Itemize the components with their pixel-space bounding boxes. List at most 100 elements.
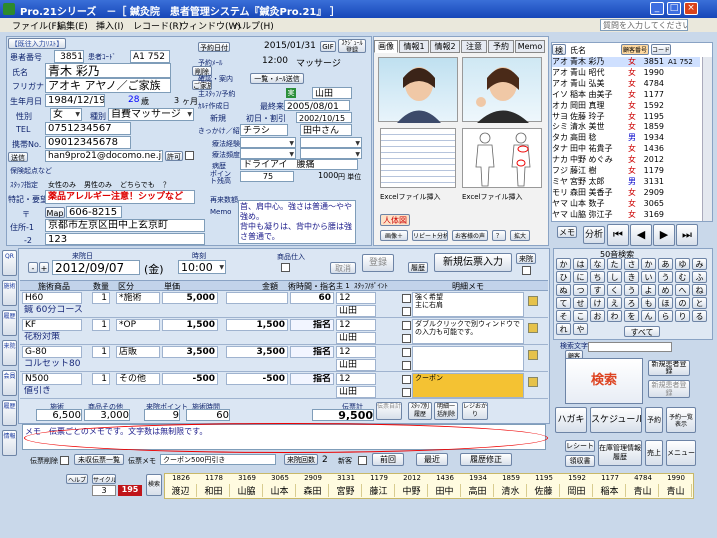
- body-chart-thumbnail[interactable]: [462, 128, 542, 188]
- patient-list-row[interactable]: ヤマ 山脇 弥江子 女 3169: [552, 210, 700, 220]
- recent-number[interactable]: 1934: [462, 474, 494, 482]
- row-code[interactable]: KF: [22, 319, 82, 331]
- minimize-button[interactable]: _: [650, 2, 664, 15]
- reservation-nav-button[interactable]: 予約: [645, 407, 663, 433]
- mail-permit-button[interactable]: 許可: [165, 151, 183, 161]
- row-min[interactable]: 12: [336, 319, 376, 331]
- memo-text[interactable]: 首、肩中心。強さは普通～やや強め。 背中も凝りは、背中から腰は強さ普通で。: [238, 200, 356, 244]
- kana-all-button[interactable]: すべて: [624, 326, 660, 337]
- row-checkbox-2[interactable]: [402, 388, 411, 397]
- kana-button[interactable]: れ: [556, 323, 571, 335]
- row-min[interactable]: 12: [336, 292, 376, 304]
- new-customer-checkbox[interactable]: [358, 456, 367, 465]
- recent-name[interactable]: 佐藤: [528, 484, 560, 497]
- patient-photo-1[interactable]: [378, 57, 458, 123]
- reservation-date-label[interactable]: 予約日付: [198, 42, 230, 52]
- analysis-button[interactable]: 分析: [583, 226, 605, 244]
- memo-edit-icon[interactable]: [528, 296, 538, 306]
- recent-number[interactable]: 1178: [198, 474, 230, 482]
- latest-visit-button[interactable]: 最近: [416, 453, 448, 466]
- register-change-button[interactable]: レジおかり: [462, 402, 488, 420]
- name-field[interactable]: 青木 彩乃: [45, 63, 171, 78]
- row-unit[interactable]: *施術: [116, 292, 160, 304]
- tab-caution[interactable]: 注意: [461, 40, 487, 53]
- first-visit-field[interactable]: 2002/10/15: [296, 112, 352, 123]
- slip-delete-checkbox[interactable]: [60, 456, 69, 465]
- schedule-button[interactable]: スケジュール: [590, 407, 642, 433]
- history-list-button[interactable]: 【既往入力ﾘｽﾄ】: [8, 38, 66, 49]
- row-name[interactable]: 花粉対策: [22, 332, 290, 344]
- date-next-button[interactable]: +: [39, 262, 49, 273]
- kana-button[interactable]: え: [607, 297, 622, 309]
- kana-button[interactable]: し: [607, 271, 622, 283]
- row-code[interactable]: N500: [22, 373, 82, 385]
- left-nav-button[interactable]: 履歴: [2, 400, 17, 426]
- recent-number[interactable]: 3131: [330, 474, 362, 482]
- kana-button[interactable]: な: [590, 258, 605, 270]
- memo-edit-icon[interactable]: [528, 377, 538, 387]
- row-unit[interactable]: その他: [116, 373, 160, 385]
- row-time[interactable]: 指名: [290, 346, 334, 358]
- kana-button[interactable]: こ: [573, 310, 588, 322]
- row-checkbox-2[interactable]: [402, 307, 411, 316]
- kana-button[interactable]: む: [675, 271, 690, 283]
- sales-button[interactable]: 売上: [645, 440, 663, 466]
- prev-visit-button[interactable]: 前回: [372, 453, 404, 466]
- kana-button[interactable]: け: [590, 297, 605, 309]
- row-memo[interactable]: [412, 346, 524, 371]
- recent-number[interactable]: 2909: [297, 474, 329, 482]
- next-record-button[interactable]: ▶: [653, 224, 675, 246]
- postcard-button[interactable]: ハガキ: [555, 407, 587, 433]
- receipt-button[interactable]: レシート: [565, 440, 595, 452]
- patient-list-row[interactable]: タカ 高田 稔 男 1934: [552, 133, 700, 143]
- left-nav-button[interactable]: 情報: [2, 430, 17, 456]
- unpaid-list-button[interactable]: 未収伝票一覧: [74, 454, 124, 465]
- recent-number[interactable]: 4784: [627, 474, 659, 482]
- points-field[interactable]: 75: [240, 171, 294, 182]
- recent-number[interactable]: 1436: [429, 474, 461, 482]
- kana-button[interactable]: め: [658, 284, 673, 296]
- register-slip-button[interactable]: 登録: [362, 254, 394, 272]
- date-prev-button[interactable]: -: [28, 262, 38, 273]
- row-qty[interactable]: 1: [92, 319, 110, 331]
- recent-name[interactable]: 中野: [396, 484, 428, 497]
- row-price[interactable]: 5,000: [162, 292, 218, 304]
- bottom-search-button[interactable]: 検索: [146, 474, 162, 496]
- detail-delete-button[interactable]: 明細一括削除: [434, 402, 458, 420]
- recent-number[interactable]: 1990: [660, 474, 692, 482]
- kana-button[interactable]: ひ: [556, 271, 571, 283]
- kana-button[interactable]: は: [573, 258, 588, 270]
- kana-button[interactable]: お: [590, 310, 605, 322]
- maximize-button[interactable]: □: [667, 2, 681, 15]
- row-amount[interactable]: -500: [226, 373, 288, 385]
- map-button[interactable]: Map: [45, 207, 65, 218]
- visit-home-button[interactable]: 来院: [516, 253, 536, 264]
- kana-button[interactable]: ん: [641, 310, 656, 322]
- kana-button[interactable]: ほ: [658, 297, 673, 309]
- row-qty[interactable]: 1: [92, 292, 110, 304]
- search-char-field[interactable]: [588, 342, 672, 352]
- kana-button[interactable]: せ: [573, 297, 588, 309]
- exp-select[interactable]: [240, 137, 296, 148]
- kana-button[interactable]: る: [692, 310, 707, 322]
- zoom-button[interactable]: 拡大: [510, 230, 530, 241]
- referral-field[interactable]: チラシ: [240, 124, 288, 136]
- menu-record[interactable]: レコード(R): [133, 19, 182, 32]
- row-unit[interactable]: 店販: [116, 346, 160, 358]
- excel-insert-2[interactable]: Excelファイル挿入: [462, 192, 523, 202]
- kana-button[interactable]: つ: [573, 284, 588, 296]
- tel-field[interactable]: 0751234567: [45, 122, 131, 135]
- row-price[interactable]: 1,500: [162, 319, 218, 331]
- patient-list-row[interactable]: タナ 田中 祐貴子 女 1436: [552, 144, 700, 154]
- row-min[interactable]: 12: [336, 346, 376, 358]
- mail-send-button[interactable]: 送信: [8, 152, 28, 162]
- sort-by-number-button[interactable]: 顧客番号: [621, 44, 649, 55]
- staff-opt-male[interactable]: 男性のみ: [84, 180, 112, 190]
- patient-list-row[interactable]: フジ 藤江 樹 女 1179: [552, 166, 700, 176]
- type-select[interactable]: 自費マッサージ: [108, 108, 194, 121]
- row-amount[interactable]: [226, 292, 288, 304]
- tab-reservation[interactable]: 予約: [488, 40, 514, 53]
- recent-name[interactable]: 稲本: [594, 484, 626, 497]
- row-qty[interactable]: 1: [92, 373, 110, 385]
- kana-button[interactable]: そ: [556, 310, 571, 322]
